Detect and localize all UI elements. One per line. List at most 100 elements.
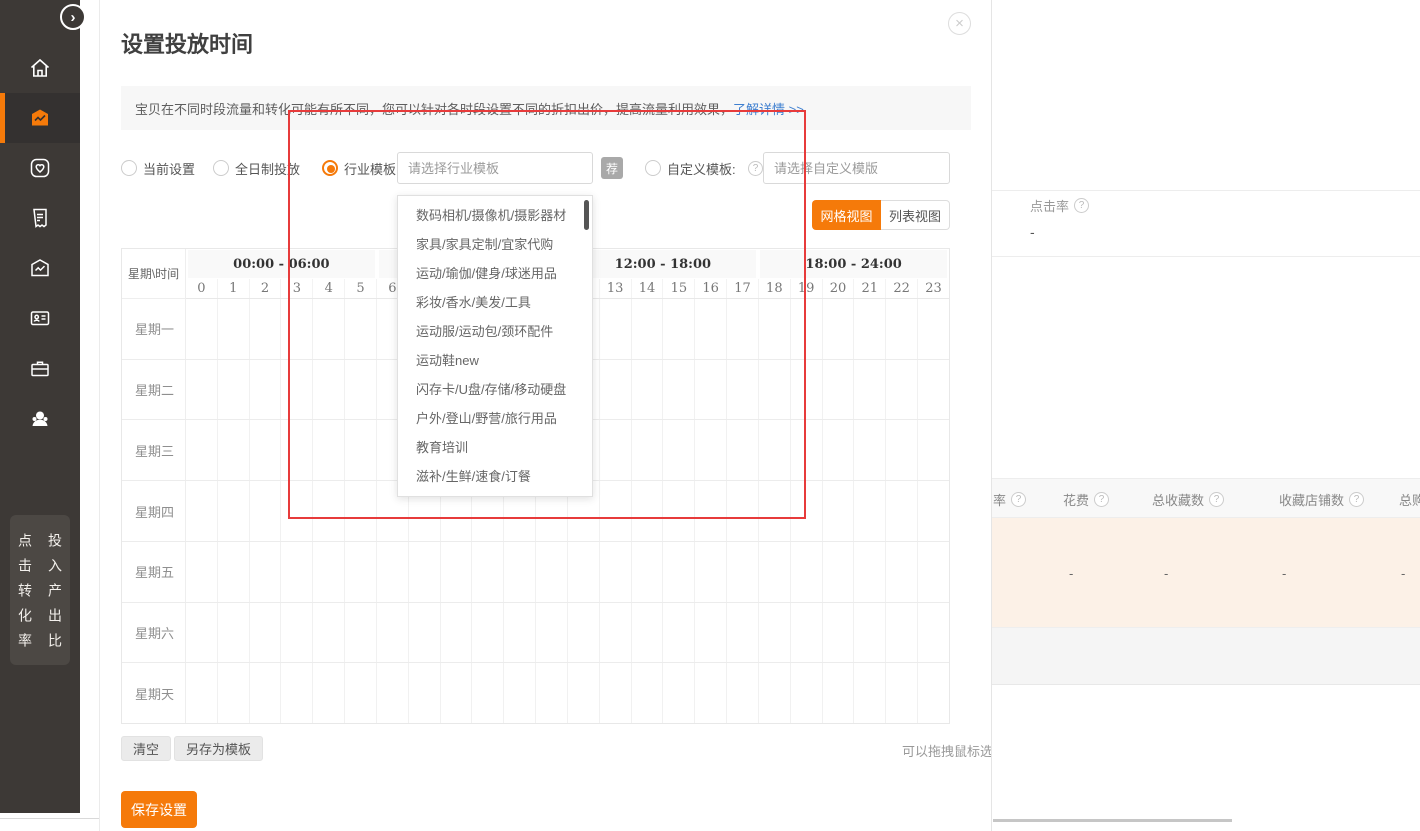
schedule-cell[interactable] [600, 603, 632, 663]
schedule-cell[interactable] [632, 420, 664, 480]
schedule-cell[interactable] [727, 481, 759, 541]
schedule-cell[interactable] [313, 542, 345, 602]
nav-item-store[interactable] [0, 243, 80, 293]
schedule-cell[interactable] [886, 663, 918, 723]
dropdown-item[interactable]: 滋补/生鲜/速食/订餐 [398, 462, 592, 491]
schedule-cell[interactable] [186, 420, 218, 480]
save-settings-button[interactable]: 保存设置 [121, 791, 197, 828]
schedule-cell[interactable] [250, 360, 282, 420]
schedule-cell[interactable] [281, 360, 313, 420]
grid-view-button[interactable]: 网格视图 [812, 200, 881, 230]
dropdown-item-partial[interactable]: 玩具/童车/益智/积木 [398, 491, 592, 497]
schedule-cell[interactable] [186, 360, 218, 420]
schedule-cell[interactable] [823, 299, 855, 359]
schedule-cell[interactable] [281, 663, 313, 723]
nav-item-tools[interactable] [0, 343, 80, 393]
schedule-cell[interactable] [504, 663, 536, 723]
schedule-cell[interactable] [441, 603, 473, 663]
schedule-cell[interactable] [727, 542, 759, 602]
schedule-cell[interactable] [791, 481, 823, 541]
schedule-cell[interactable] [472, 542, 504, 602]
dropdown-item[interactable]: 运动/瑜伽/健身/球迷用品 [398, 259, 592, 288]
schedule-cell[interactable] [632, 542, 664, 602]
save-as-template-button[interactable]: 另存为模板 [174, 736, 263, 761]
schedule-cell[interactable] [663, 603, 695, 663]
nav-item-account-card[interactable] [0, 293, 80, 343]
schedule-cell[interactable] [281, 542, 313, 602]
schedule-cell[interactable] [695, 299, 727, 359]
schedule-cell[interactable] [918, 663, 949, 723]
schedule-cell[interactable] [186, 663, 218, 723]
schedule-cell[interactable] [791, 360, 823, 420]
schedule-cell[interactable] [250, 481, 282, 541]
schedule-cell[interactable] [695, 481, 727, 541]
schedule-cell[interactable] [218, 603, 250, 663]
schedule-cell[interactable] [250, 663, 282, 723]
dropdown-item[interactable]: 闪存卡/U盘/存储/移动硬盘 [398, 375, 592, 404]
nav-item-campaign[interactable] [0, 93, 80, 143]
schedule-cell[interactable] [663, 420, 695, 480]
schedule-cell[interactable] [472, 663, 504, 723]
learn-more-link[interactable]: 了解详情 >> [733, 99, 804, 118]
schedule-cell[interactable] [281, 299, 313, 359]
nav-item-favorites[interactable] [0, 143, 80, 193]
schedule-cell[interactable] [536, 663, 568, 723]
schedule-cell[interactable] [791, 542, 823, 602]
schedule-cell[interactable] [854, 420, 886, 480]
sidebar-metrics-panel[interactable]: 点击转化率 投入产出比 [10, 515, 70, 665]
schedule-cell[interactable] [791, 420, 823, 480]
schedule-cell[interactable] [345, 360, 377, 420]
schedule-cell[interactable] [536, 603, 568, 663]
schedule-cell[interactable] [250, 603, 282, 663]
schedule-cell[interactable] [441, 663, 473, 723]
schedule-cell[interactable] [886, 360, 918, 420]
schedule-cell[interactable] [218, 420, 250, 480]
schedule-cell[interactable] [377, 542, 409, 602]
dropdown-item[interactable]: 彩妆/香水/美发/工具 [398, 288, 592, 317]
schedule-cell[interactable] [632, 603, 664, 663]
schedule-cell[interactable] [345, 663, 377, 723]
schedule-cell[interactable] [281, 481, 313, 541]
schedule-cell[interactable] [568, 663, 600, 723]
schedule-cell[interactable] [632, 299, 664, 359]
schedule-cell[interactable] [918, 299, 949, 359]
dropdown-scrollbar-thumb[interactable] [584, 200, 589, 230]
schedule-cell[interactable] [250, 420, 282, 480]
schedule-cell[interactable] [218, 481, 250, 541]
schedule-cell[interactable] [854, 663, 886, 723]
schedule-cell[interactable] [759, 360, 791, 420]
schedule-cell[interactable] [886, 481, 918, 541]
schedule-cell[interactable] [759, 603, 791, 663]
close-icon[interactable]: × [948, 12, 971, 35]
industry-template-input[interactable] [397, 152, 593, 184]
schedule-cell[interactable] [727, 299, 759, 359]
schedule-cell[interactable] [218, 663, 250, 723]
dropdown-item[interactable]: 户外/登山/野营/旅行用品 [398, 404, 592, 433]
nav-item-reports[interactable] [0, 193, 80, 243]
schedule-cell[interactable] [695, 542, 727, 602]
schedule-cell[interactable] [727, 420, 759, 480]
list-view-button[interactable]: 列表视图 [881, 200, 950, 230]
schedule-cell[interactable] [663, 360, 695, 420]
schedule-cell[interactable] [218, 360, 250, 420]
schedule-cell[interactable] [918, 360, 949, 420]
schedule-cell[interactable] [281, 603, 313, 663]
schedule-cell[interactable] [345, 420, 377, 480]
schedule-cell[interactable] [727, 603, 759, 663]
schedule-cell[interactable] [313, 481, 345, 541]
mode-radio-current[interactable]: 当前设置 [121, 152, 195, 184]
schedule-cell[interactable] [663, 299, 695, 359]
schedule-cell[interactable] [886, 542, 918, 602]
schedule-cell[interactable] [600, 299, 632, 359]
schedule-cell[interactable] [600, 420, 632, 480]
schedule-cell[interactable] [250, 542, 282, 602]
sidebar-expand-button[interactable]: › [60, 4, 86, 30]
schedule-cell[interactable] [568, 542, 600, 602]
schedule-cell[interactable] [345, 299, 377, 359]
dropdown-item[interactable]: 运动服/运动包/颈环配件 [398, 317, 592, 346]
schedule-cell[interactable] [600, 663, 632, 723]
schedule-cell[interactable] [186, 299, 218, 359]
schedule-cell[interactable] [186, 603, 218, 663]
schedule-cell[interactable] [441, 542, 473, 602]
dropdown-item[interactable]: 教育培训 [398, 433, 592, 462]
